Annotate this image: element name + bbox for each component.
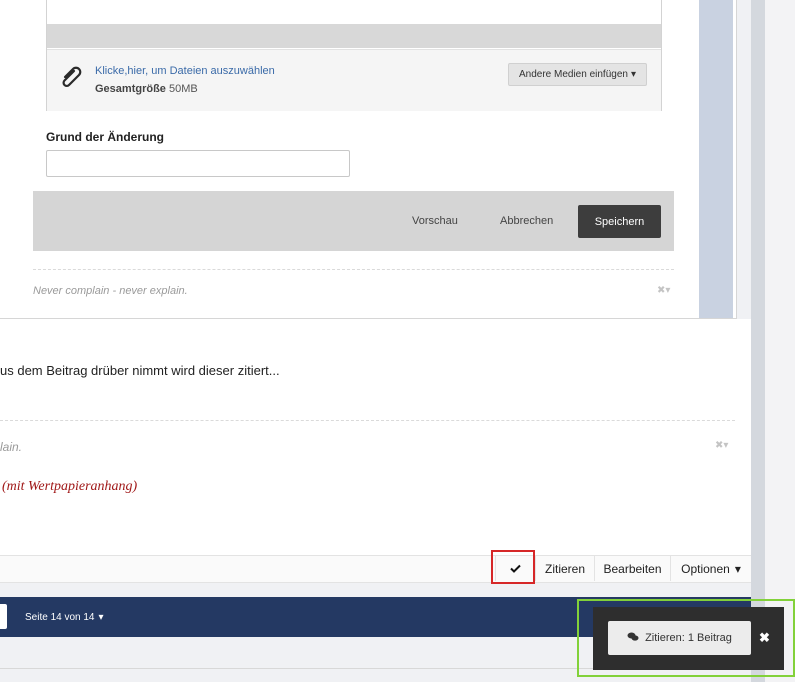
signature-controls-icon[interactable]: ✖▾ [657,285,670,296]
insert-media-button[interactable]: Andere Medien einfügen ▾ [508,63,647,86]
attachment-size-info: Gesamtgröße 50MB [95,83,198,95]
save-button[interactable]: Speichern [578,205,661,238]
page-selector-label: Seite 14 von 14 [25,612,95,623]
page-selector[interactable]: Seite 14 von 14 ▾ [25,612,104,623]
post-text: us dem Beitrag drüber nimmt wird dieser … [0,363,280,378]
edit-reason-input[interactable] [46,150,350,177]
caret-down-icon: ▾ [630,69,636,80]
post-body [0,319,751,581]
preview-button[interactable]: Vorschau [412,215,458,227]
page-jump-input[interactable] [0,604,7,629]
insert-media-label: Andere Medien einfügen [518,69,628,80]
editor-statusbar [47,24,661,48]
signature-text: Never complain - never explain. [33,285,188,297]
signature-divider [33,269,674,270]
edit-button[interactable]: Bearbeiten [594,556,670,581]
notification-highlight [577,599,795,677]
page-right-margin [765,0,795,682]
quote-button[interactable]: Zitieren [535,556,594,581]
selection-highlight [491,550,535,584]
page-scroll-gutter [751,0,765,682]
attachment-size-label: Gesamtgröße [95,83,166,95]
caret-down-icon: ▾ [98,612,104,623]
post-signature-controls-icon[interactable]: ✖▾ [715,440,728,451]
options-button[interactable]: Optionen ▾ [670,556,751,581]
post-signature-divider [0,420,735,421]
paperclip-icon [58,63,84,89]
edit-reason-label: Grund der Änderung [46,130,164,144]
edit-panel-side-strip [699,0,733,318]
caret-down-icon: ▾ [734,561,741,576]
attachment-size-value: 50MB [168,83,198,95]
cancel-button[interactable]: Abbrechen [500,215,553,227]
post-signature-note: (mit Wertpapieranhang) [2,479,138,494]
post-signature-text: lain. [0,440,23,454]
options-label: Optionen [681,561,730,576]
choose-files-link[interactable]: Klicke,hier, um Dateien auszuwählen [95,65,275,77]
